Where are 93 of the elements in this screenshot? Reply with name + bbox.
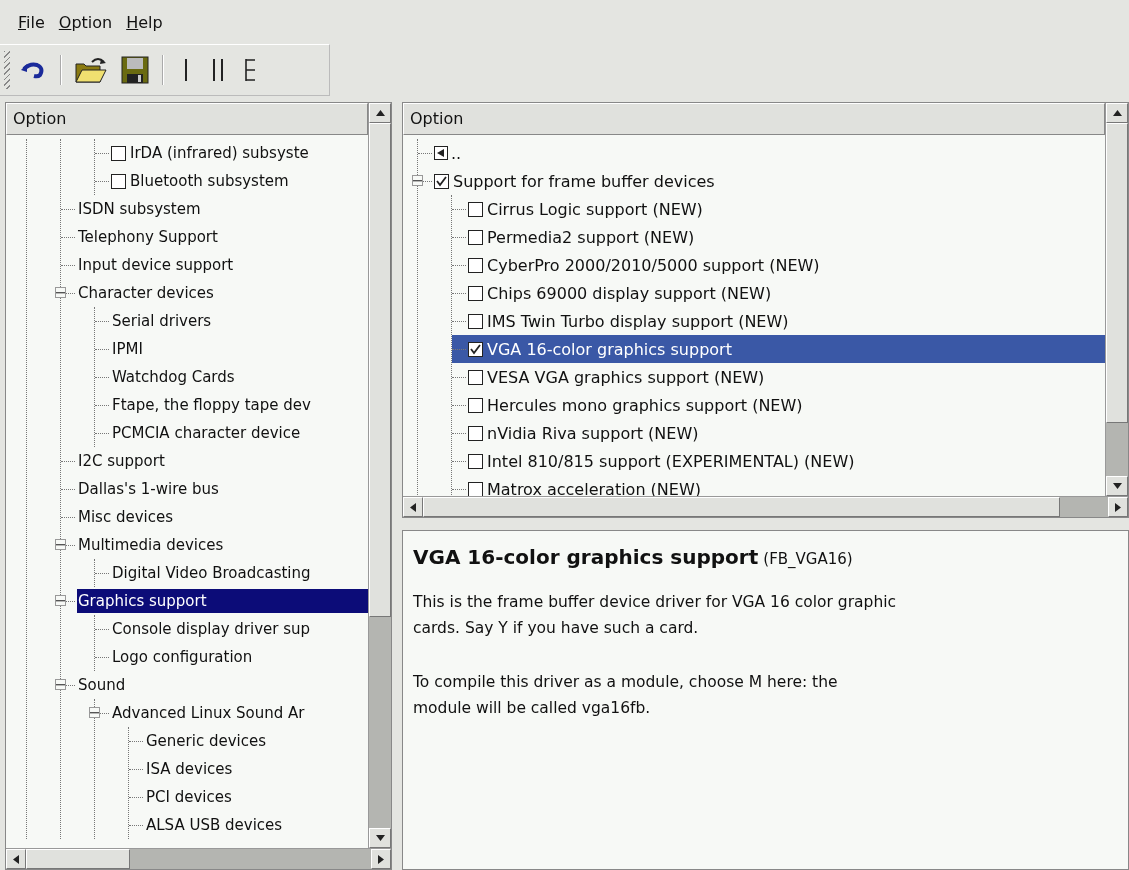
scroll-right-button[interactable]	[1108, 497, 1128, 517]
config-symbol: (FB_VGA16)	[763, 550, 853, 568]
tree-item[interactable]: Sound	[77, 673, 127, 697]
left-arrow-icon	[13, 854, 19, 864]
checkbox[interactable]	[468, 313, 483, 329]
menu-item[interactable]: Option	[52, 8, 119, 36]
expander-icon[interactable]	[412, 175, 423, 186]
tree-item[interactable]: Intel 810/815 support (EXPERIMENTAL) (NEW)	[486, 448, 856, 474]
scroll-right-button[interactable]	[371, 849, 391, 869]
checkbox[interactable]	[468, 341, 483, 357]
scroll-thumb[interactable]	[423, 497, 1061, 517]
tree-item[interactable]: ..	[450, 140, 463, 166]
checkbox[interactable]	[468, 229, 483, 245]
scroll-down-button[interactable]	[1106, 476, 1128, 496]
checkbox[interactable]	[468, 369, 483, 385]
tree-item[interactable]: Support for frame buffer devices	[452, 168, 716, 194]
right-arrow-icon	[1115, 502, 1121, 512]
scroll-up-button[interactable]	[369, 103, 391, 123]
tree-item[interactable]: PCI devices	[145, 785, 233, 809]
tree-item[interactable]: Serial drivers	[111, 309, 213, 333]
tree-item[interactable]: Cirrus Logic support (NEW)	[486, 196, 704, 222]
checkbox[interactable]	[468, 425, 483, 441]
tree-item[interactable]: VESA VGA graphics support (NEW)	[486, 364, 766, 390]
up-arrow-icon	[375, 110, 385, 116]
checkbox[interactable]	[434, 173, 449, 189]
expander-icon[interactable]	[55, 595, 66, 606]
horizontal-scrollbar[interactable]	[6, 848, 391, 869]
tree-item[interactable]: nVidia Riva support (NEW)	[486, 420, 700, 446]
tree-item[interactable]: IrDA (infrared) subsyste	[129, 141, 310, 165]
horizontal-scrollbar[interactable]	[403, 496, 1128, 517]
menu-item[interactable]: Help	[120, 8, 169, 36]
checkbox[interactable]	[468, 397, 483, 413]
tree-item[interactable]: Logo configuration	[111, 645, 254, 669]
tree-item[interactable]: Dallas's 1-wire bus	[77, 477, 220, 501]
scroll-thumb[interactable]	[26, 849, 130, 869]
tree-item[interactable]: Misc devices	[77, 505, 175, 529]
tree-item[interactable]: IPMI	[111, 337, 144, 361]
tree-item[interactable]: Permedia2 support (NEW)	[486, 224, 696, 250]
expander-icon[interactable]	[55, 287, 66, 298]
tree-item[interactable]: Chips 69000 display support (NEW)	[486, 280, 773, 306]
scroll-up-button[interactable]	[1106, 103, 1128, 123]
tree-item[interactable]: CyberPro 2000/2010/5000 support (NEW)	[486, 252, 821, 278]
help-title: VGA 16-color graphics support	[413, 545, 759, 569]
checkbox[interactable]	[111, 173, 126, 189]
menu-item[interactable]: File	[12, 8, 51, 36]
column-header[interactable]: Option	[403, 103, 1105, 135]
scroll-down-button[interactable]	[369, 828, 391, 848]
tree-item[interactable]: Digital Video Broadcasting	[111, 561, 312, 585]
scroll-thumb[interactable]	[1106, 123, 1128, 424]
checkbox[interactable]	[468, 453, 483, 469]
help-paragraph: To compile this driver as a module, choose M here: the module will be called vga16fb.	[413, 672, 839, 719]
down-arrow-icon	[375, 835, 385, 841]
tree-item[interactable]: Watchdog Cards	[111, 365, 236, 389]
scroll-left-button[interactable]	[403, 497, 423, 517]
tree-item[interactable]: ISDN subsystem	[77, 197, 202, 221]
tree-item[interactable]: ISA devices	[145, 757, 234, 781]
tree-item[interactable]: Character devices	[77, 281, 215, 305]
tree-item[interactable]: IMS Twin Turbo display support (NEW)	[486, 308, 790, 334]
tree-item[interactable]: Matrox acceleration (NEW)	[486, 476, 702, 496]
tree-item[interactable]: Hercules mono graphics support (NEW)	[486, 392, 804, 418]
scroll-thumb[interactable]	[369, 123, 391, 617]
tree-item[interactable]: PCMCIA character device	[111, 421, 302, 445]
right-arrow-icon	[378, 854, 384, 864]
scroll-left-button[interactable]	[6, 849, 26, 869]
tree-item[interactable]: Graphics support	[77, 589, 368, 613]
checkbox[interactable]	[468, 201, 483, 217]
folder-icon	[74, 56, 108, 84]
down-arrow-icon	[1112, 483, 1122, 489]
tree-item[interactable]: Telephony Support	[77, 225, 219, 249]
expander-icon[interactable]	[55, 539, 66, 550]
tree-item[interactable]: Input device support	[77, 253, 235, 277]
column-header[interactable]: Option	[6, 103, 368, 135]
tree-item[interactable]: ALSA USB devices	[145, 813, 284, 837]
tree-item[interactable]: Generic devices	[145, 729, 268, 753]
vertical-scrollbar[interactable]	[368, 103, 391, 848]
checkbox[interactable]	[468, 285, 483, 301]
toolbar-grip[interactable]	[4, 51, 10, 89]
left-arrow-icon	[410, 502, 416, 512]
up-arrow-icon	[1112, 110, 1122, 116]
checkbox[interactable]	[111, 145, 126, 161]
tree-item[interactable]: Bluetooth subsystem	[129, 169, 290, 193]
checkbox[interactable]	[468, 257, 483, 273]
tree-item[interactable]: Multimedia devices	[77, 533, 225, 557]
tree-item[interactable]: I2C support	[77, 449, 166, 473]
help-paragraph: This is the frame buffer device driver for VGA 16 color graphic cards. Say Y if you have such a card.	[413, 592, 898, 639]
checkbox[interactable]	[468, 481, 483, 496]
back-icon[interactable]	[434, 146, 448, 160]
tree-item[interactable]: Ftape, the floppy tape dev	[111, 393, 312, 417]
tree-item[interactable]: Console display driver sup	[111, 617, 312, 641]
tree-item[interactable]: Advanced Linux Sound Ar	[111, 701, 306, 725]
expander-icon[interactable]	[55, 679, 66, 690]
expander-icon[interactable]	[89, 707, 100, 718]
vertical-scrollbar[interactable]	[1105, 103, 1128, 496]
